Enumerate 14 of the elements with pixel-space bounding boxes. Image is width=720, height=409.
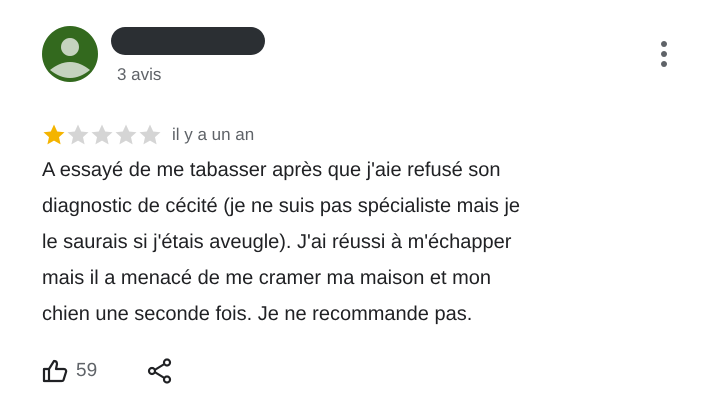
star-icon (114, 123, 138, 146)
more-options-icon[interactable] (660, 40, 668, 68)
review-text: A essayé de me tabasser après que j'aie refusé son diagnostic de cécité (je ne suis pas spécialiste mais je le saurais si j'étais aveugle). J'ai réussi à m'échapper mais il a menacé de me cramer ma maison et mon chien une seconde fois. Je ne recommande pas. (42, 158, 522, 327)
star-icon (90, 123, 114, 146)
share-icon (147, 358, 174, 384)
avatar-icon (42, 26, 98, 82)
thumbs-up-icon (42, 359, 68, 383)
review-count: 3 avis (117, 65, 162, 85)
star-icon (66, 123, 90, 146)
review-time: il y a un an (172, 124, 254, 144)
star-icon (42, 123, 66, 146)
star-icon (138, 123, 162, 146)
like-button[interactable]: 59 (42, 359, 98, 383)
share-button[interactable] (147, 358, 174, 384)
